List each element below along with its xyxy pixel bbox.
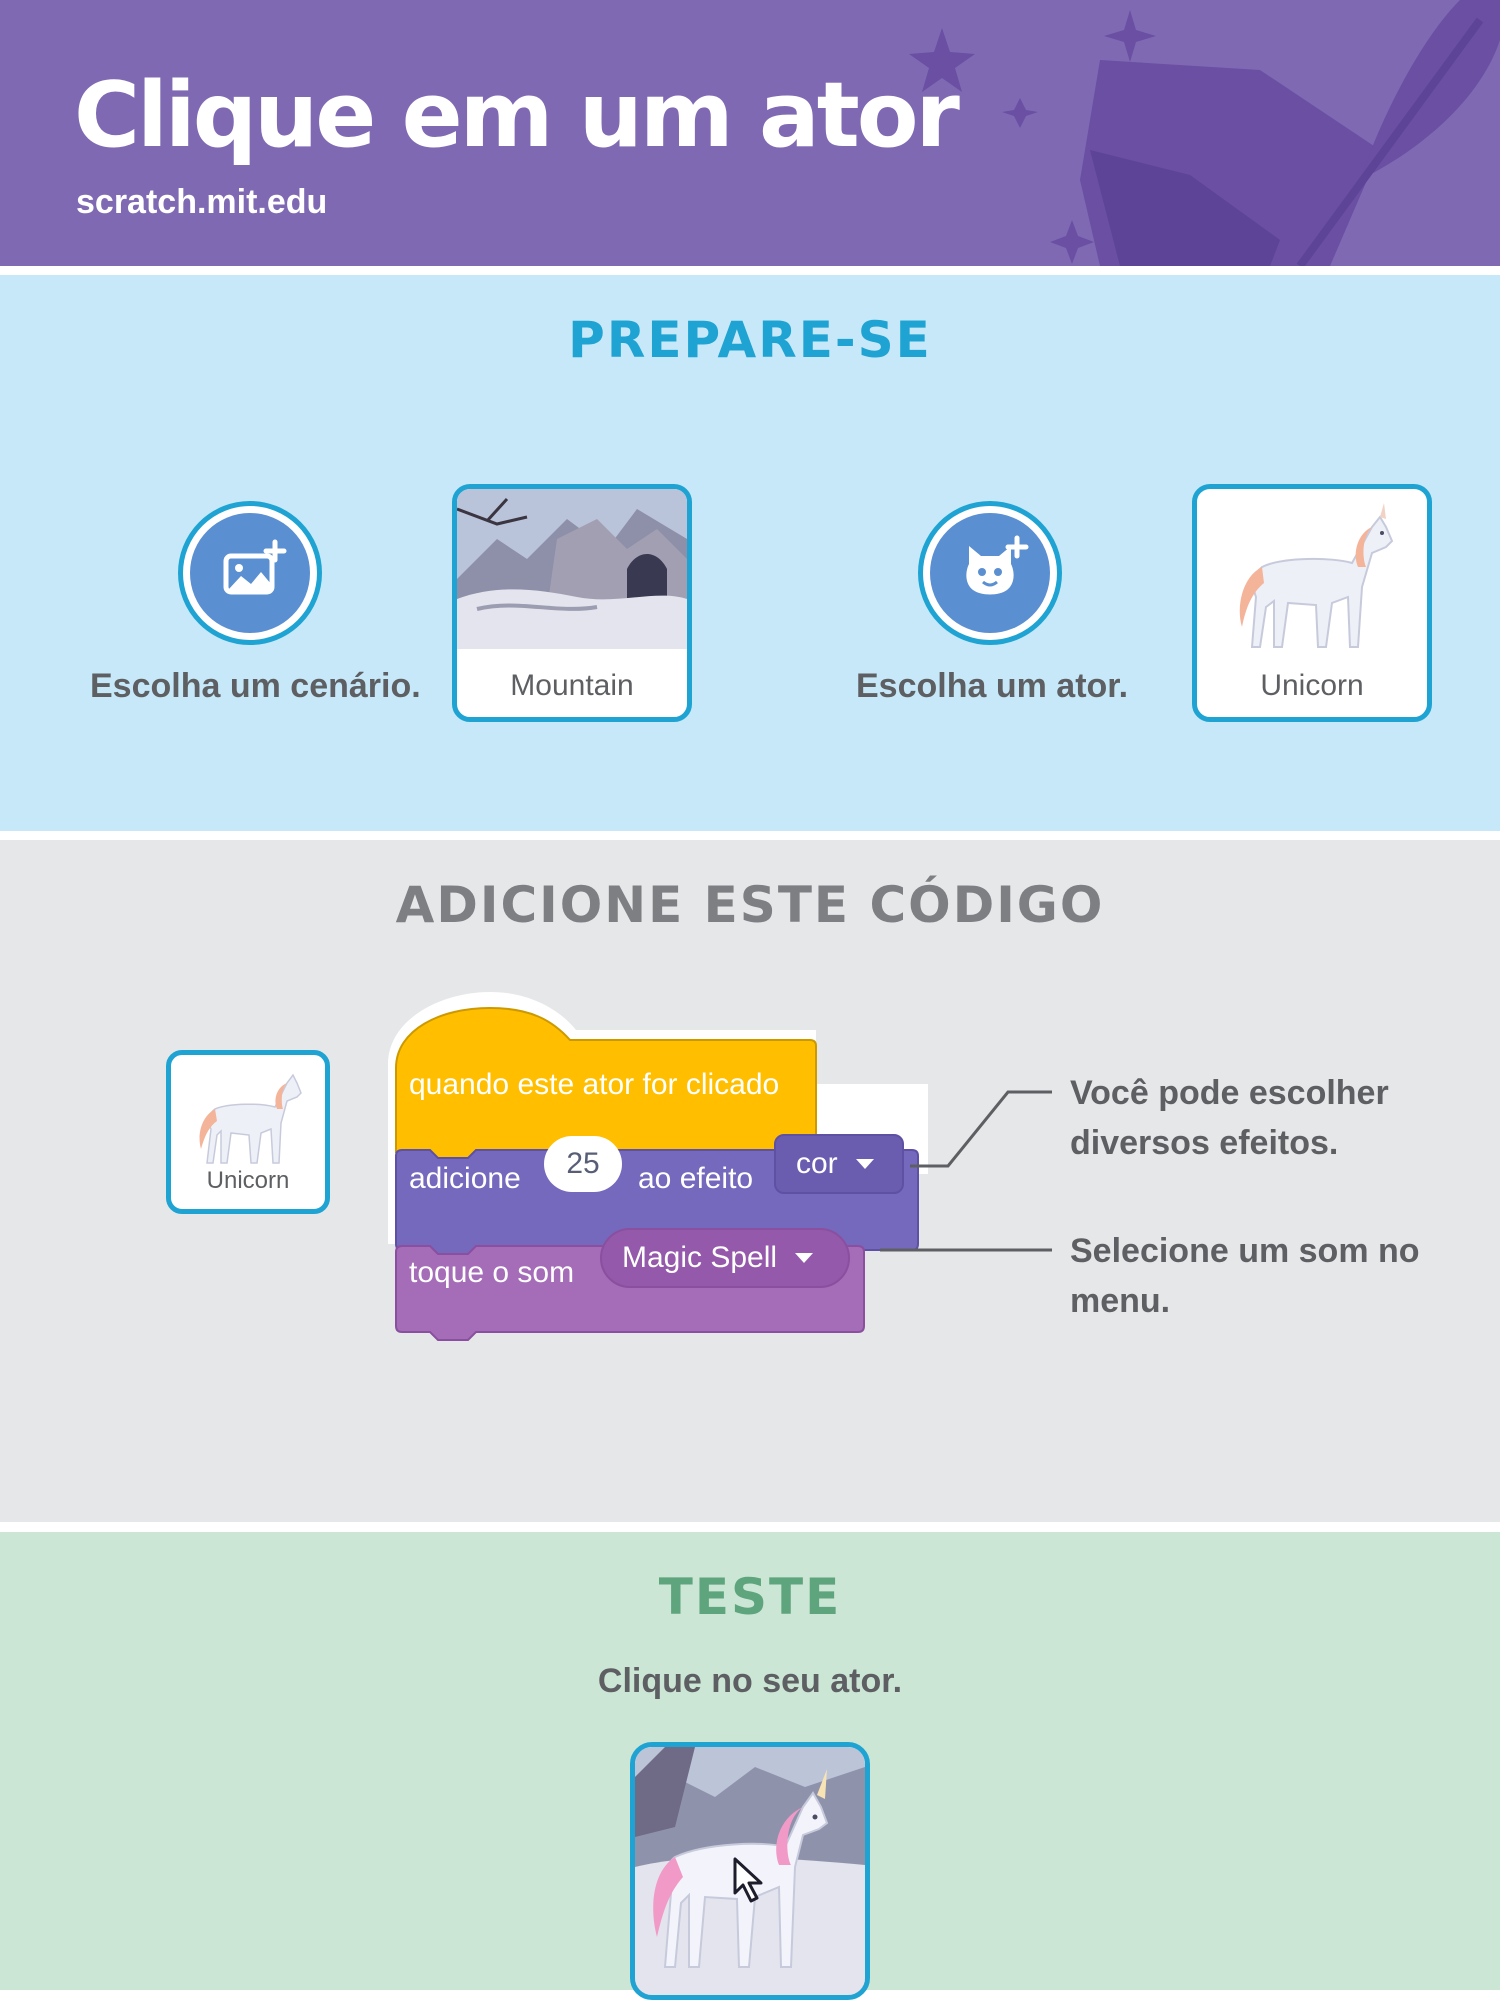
choose-sprite-icon — [966, 535, 1029, 595]
test-caption: Clique no seu ator. — [597, 1662, 903, 1700]
unicorn-icon — [199, 1073, 302, 1164]
code-section: ADICIONE ESTE CÓDIGO Unicorn #code svg[d… — [0, 840, 1500, 1522]
sparkle-icon — [1002, 98, 1038, 128]
site-url: scratch.mit.edu — [76, 183, 328, 221]
chevron-down-icon — [795, 1253, 814, 1263]
unicorn-icon — [1239, 503, 1394, 648]
hat-block-label: quando este ator for clicado — [409, 1068, 780, 1101]
chevron-down-icon — [855, 1159, 874, 1169]
sparkle-icon — [1104, 10, 1156, 62]
book-quill-decoration-icon — [909, 0, 1500, 266]
sound-note: Selecione um som no menu. — [1070, 1232, 1420, 1320]
effect-dropdown-value: cor — [796, 1147, 838, 1180]
sprite-caption: Escolha um ator. — [856, 667, 1129, 705]
sparkle-icon — [1050, 220, 1094, 264]
mountain-backdrop-thumbnail — [457, 489, 687, 649]
callout-lines — [880, 1090, 1052, 1252]
mountain-backdrop-card[interactable]: Mountain — [452, 484, 692, 722]
test-section: TESTE Clique no seu ator. — [0, 1532, 1500, 2000]
looks-block-prefix: adicione — [409, 1162, 521, 1195]
effect-amount-input[interactable]: 25 — [544, 1136, 622, 1192]
unicorn-sprite-card[interactable]: Unicorn — [1192, 484, 1432, 722]
sound-dropdown[interactable]: Magic Spell — [600, 1228, 850, 1288]
sound-dropdown-value: Magic Spell — [622, 1241, 778, 1274]
unicorn-tile-label: Unicorn — [206, 1167, 290, 1194]
effects-note: Você pode escolher diversos efeitos. — [1070, 1074, 1389, 1162]
looks-block-middle: ao efeito — [638, 1162, 754, 1195]
choose-backdrop-button[interactable] — [178, 501, 322, 645]
mountain-label: Mountain — [510, 669, 634, 702]
stage-preview-image — [635, 1747, 865, 1995]
choose-backdrop-icon — [223, 539, 287, 595]
star-icon — [909, 28, 975, 92]
backdrop-caption: Escolha um cenário. — [90, 667, 421, 705]
prepare-heading: PREPARE-SE — [568, 311, 932, 369]
page-title: Clique em um ator — [74, 63, 960, 168]
unicorn-label: Unicorn — [1260, 669, 1364, 702]
test-heading: TESTE — [658, 1568, 842, 1626]
sound-block-prefix: toque o som — [409, 1256, 575, 1289]
choose-sprite-button[interactable] — [918, 501, 1062, 645]
stage-preview[interactable] — [630, 1742, 870, 2000]
code-heading: ADICIONE ESTE CÓDIGO — [395, 876, 1105, 934]
unicorn-sprite-tile[interactable]: Unicorn — [166, 1050, 330, 1214]
header-banner: Clique em um ator scratch.mit.edu — [0, 0, 1500, 266]
prepare-section: PREPARE-SE Escolha um cenário. Mountain — [0, 275, 1500, 831]
